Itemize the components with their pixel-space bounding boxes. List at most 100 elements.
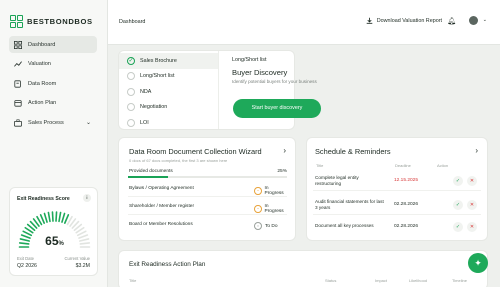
step-item[interactable]: LOI: [119, 115, 218, 129]
progress-percent: 25%: [277, 169, 287, 174]
start-buyer-discovery-button[interactable]: Start buyer discovery: [233, 99, 321, 118]
gauge-tick: [47, 211, 51, 223]
deadline: 12.15.2025: [394, 178, 419, 183]
exit-readiness-card: Exit Readiness Score ⅰ 65% Exit Date Q2 2…: [9, 187, 98, 276]
document-row[interactable]: Shareholder / Member register ◔ In Progre…: [128, 201, 287, 215]
top-bar: Dashboard Download Valuation Report 🔔︎ ⌄: [108, 0, 500, 45]
close-icon[interactable]: ✕: [467, 200, 477, 210]
schedule-title: Schedule & Reminders: [315, 147, 391, 156]
check-icon[interactable]: ✓: [453, 222, 463, 232]
column-header: Deadline: [395, 163, 411, 168]
avatar[interactable]: [469, 16, 478, 25]
folder-icon: [14, 79, 21, 88]
schedule-card: Schedule & Reminders › Title Deadline Ac…: [306, 137, 488, 241]
table-row: Document all key processes 02.28.2026 ✓ ✕: [313, 217, 481, 237]
document-row[interactable]: Bylaws / Operating Agreement ◔ In Progres…: [128, 183, 287, 197]
circle-icon: [127, 118, 135, 127]
gauge-tick: [63, 214, 70, 224]
briefcase-icon: [14, 118, 22, 127]
check-icon: ✓: [127, 56, 135, 65]
steps-list: ✓ Sales Brochure Long/Short list NDA Neg…: [119, 51, 219, 129]
assistant-sparkle-button[interactable]: ✦: [468, 253, 488, 273]
page-title: Dashboard: [119, 19, 146, 25]
status-badge: ○ To Do: [254, 222, 278, 230]
todo-icon: ○: [254, 222, 262, 230]
task-title: Complete legal entity restructuring: [315, 175, 359, 186]
data-room-card: Data Room Document Collection Wizard › 0…: [118, 137, 296, 241]
step-item[interactable]: Long/Short list: [119, 69, 218, 85]
column-header: Action: [437, 163, 449, 168]
chevron-right-icon[interactable]: ›: [283, 146, 286, 155]
check-icon[interactable]: ✓: [453, 200, 463, 210]
gauge-tick: [51, 211, 54, 222]
action-plan-card: Exit Readiness Action Plan Title Status …: [118, 250, 488, 287]
step-item[interactable]: Negotiation: [119, 100, 218, 116]
download-icon: [366, 17, 373, 24]
gauge-tick: [58, 211, 62, 223]
status-badge: ◔ In Progress: [254, 186, 287, 196]
task-title: Audit financial statements for last 3 ye…: [315, 199, 384, 210]
circle-icon: [127, 72, 135, 81]
chevron-down-icon[interactable]: ⌄: [483, 17, 487, 23]
close-icon[interactable]: ✕: [467, 222, 477, 232]
sidebar-item-label: Valuation: [28, 61, 51, 67]
deadline: 02.28.2026: [394, 202, 419, 207]
sidebar-item-dashboard[interactable]: Dashboard: [9, 36, 97, 53]
clock-icon: ◔: [254, 205, 262, 213]
stage-label: Long/Short list: [232, 57, 267, 63]
chevron-down-icon: ⌄: [85, 120, 91, 126]
sidebar-item-label: Dashboard: [28, 41, 56, 48]
sidebar-item-label: Data Room: [28, 80, 57, 87]
gauge-tick: [39, 214, 46, 224]
circle-icon: [127, 87, 135, 96]
sidebar-item-sales-process[interactable]: Sales Process ⌄: [9, 114, 97, 131]
step-label: Long/Short list: [140, 73, 175, 80]
document-row[interactable]: Board or Member Resolutions ○ To Do: [128, 219, 287, 233]
column-header: Likelihood: [409, 278, 428, 283]
sidebar-item-label: Action Plan: [28, 100, 57, 106]
column-header: Title: [129, 278, 137, 283]
step-item[interactable]: ✓ Sales Brochure: [119, 53, 218, 69]
gauge-tick: [55, 211, 58, 222]
table-row: Complete legal entity restructuring 12.1…: [313, 171, 481, 191]
score-value: 65%: [45, 234, 64, 248]
step-label: LOI: [140, 119, 149, 126]
chevron-right-icon[interactable]: ›: [475, 146, 478, 155]
gauge-tick: [61, 212, 66, 223]
action-plan-title: Exit Readiness Action Plan: [129, 261, 206, 268]
document-name: Bylaws / Operating Agreement: [129, 186, 194, 191]
close-icon[interactable]: ✕: [467, 176, 477, 186]
trend-icon: [14, 61, 22, 67]
bell-icon[interactable]: 🔔︎: [447, 17, 456, 25]
sidebar-item-label: Sales Process: [28, 119, 64, 126]
logo-mark-icon: [10, 15, 23, 28]
table-row: Audit financial statements for last 3 ye…: [313, 195, 481, 215]
step-item[interactable]: NDA: [119, 84, 218, 100]
logo[interactable]: BESTBONDBOS: [10, 15, 93, 28]
gauge-tick: [43, 212, 48, 223]
document-name: Board or Member Resolutions: [129, 222, 193, 227]
sidebar-item-valuation[interactable]: Valuation: [9, 56, 97, 73]
sidebar-item-data-room[interactable]: Data Room: [9, 75, 97, 92]
clock-icon: ◔: [254, 187, 262, 195]
score-title: Exit Readiness Score: [17, 196, 70, 202]
current-value: Current Value $3.2M: [64, 256, 90, 269]
circle-icon: [127, 103, 135, 112]
progress-bar: [128, 176, 287, 178]
column-header: Impact: [375, 278, 388, 283]
sidebar-item-action-plan[interactable]: Action Plan: [9, 95, 97, 112]
deadline: 02.28.2026: [394, 224, 419, 229]
data-room-subtitle: 0 docs of 67 docs completed, the first 3…: [129, 158, 228, 163]
step-label: Sales Brochure: [140, 57, 177, 64]
download-report-button[interactable]: Download Valuation Report: [366, 17, 442, 24]
info-icon[interactable]: ⅰ: [83, 194, 91, 202]
score-footer: Exit Date Q2 2026 Current Value $3.2M: [17, 256, 90, 269]
exit-date: Exit Date Q2 2026: [17, 256, 37, 269]
download-label: Download Valuation Report: [376, 17, 442, 24]
task-title: Document all key processes: [315, 223, 374, 228]
stage-description: Identify potential buyers for your busin…: [232, 79, 317, 84]
stage-title: Buyer Discovery: [232, 68, 288, 77]
step-label: Negotiation: [140, 104, 168, 111]
check-icon[interactable]: ✓: [453, 176, 463, 186]
status-badge: ◔ In Progress: [254, 204, 287, 214]
